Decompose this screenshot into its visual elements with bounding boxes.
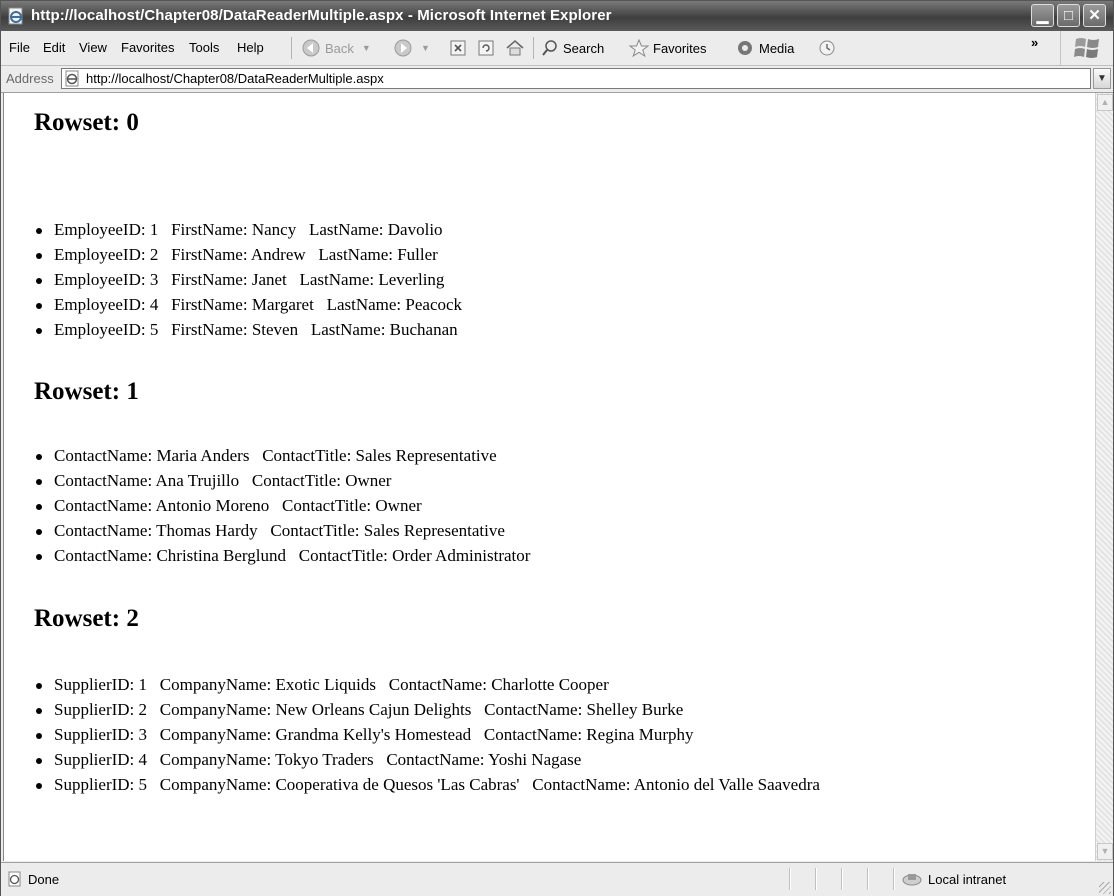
media-button[interactable]: Media: [735, 36, 794, 60]
home-button[interactable]: [505, 36, 525, 60]
menu-edit[interactable]: Edit: [43, 40, 65, 55]
status-separator: [867, 868, 868, 890]
rowset-0-list: EmployeeID: 1 FirstName: Nancy LastName:…: [34, 217, 462, 342]
window-title: http://localhost/Chapter08/DataReaderMul…: [31, 7, 612, 24]
rowset-heading: Rowset: 2: [34, 605, 139, 632]
back-button[interactable]: Back ▼: [301, 36, 371, 60]
search-icon: [542, 40, 557, 56]
favorites-button[interactable]: Favorites: [629, 36, 706, 60]
list-item: EmployeeID: 3 FirstName: Janet LastName:…: [34, 267, 462, 292]
refresh-button[interactable]: [477, 36, 495, 60]
toolbar-chevron[interactable]: »: [1031, 35, 1038, 50]
minimize-button[interactable]: ▁: [1031, 4, 1054, 27]
menu-help[interactable]: Help: [237, 40, 264, 55]
stop-button[interactable]: [449, 36, 467, 60]
rowset-heading: Rowset: 0: [34, 109, 139, 136]
scroll-down-button[interactable]: ▼: [1097, 843, 1113, 860]
back-arrow-icon: [302, 39, 320, 57]
list-item: SupplierID: 4 CompanyName: Tokyo Traders…: [34, 747, 1089, 772]
page-icon: [65, 70, 79, 87]
list-item: ContactName: Maria Anders ContactTitle: …: [34, 443, 1089, 468]
address-bar: Address http://localhost/Chapter08/DataR…: [1, 66, 1113, 93]
list-item: ContactName: Ana Trujillo ContactTitle: …: [34, 468, 1089, 493]
star-icon: [629, 39, 649, 57]
list-item: EmployeeID: 4 FirstName: Margaret LastNa…: [34, 292, 462, 317]
minimize-icon: ▁: [1036, 7, 1049, 24]
rowset-1-block: ContactName: Maria Anders ContactTitle: …: [34, 443, 1089, 568]
list-item: EmployeeID: 1 FirstName: Nancy LastName:…: [34, 217, 462, 242]
address-dropdown-button[interactable]: ▼: [1093, 68, 1111, 89]
menu-view[interactable]: View: [79, 40, 107, 55]
chevron-down-icon: ▼: [1097, 73, 1107, 84]
menu-tools[interactable]: Tools: [189, 40, 219, 55]
menu-file[interactable]: File: [9, 40, 30, 55]
forward-arrow-icon: [394, 39, 412, 57]
ie-page-icon: [8, 7, 23, 25]
status-separator: [789, 868, 790, 890]
toolbar-separator: [533, 37, 534, 59]
media-label: Media: [759, 40, 795, 56]
maximize-button[interactable]: □: [1057, 4, 1080, 27]
list-item: ContactName: Christina Berglund ContactT…: [34, 543, 1089, 568]
list-item: SupplierID: 1 CompanyName: Exotic Liquid…: [34, 672, 1089, 697]
list-item: SupplierID: 3 CompanyName: Grandma Kelly…: [34, 722, 1089, 747]
menu-favorites[interactable]: Favorites: [121, 40, 174, 55]
scroll-up-button[interactable]: ▲: [1097, 94, 1113, 111]
status-separator: [815, 868, 816, 890]
rowset-2-list: SupplierID: 1 CompanyName: Exotic Liquid…: [34, 672, 1089, 797]
back-label: Back: [325, 40, 354, 56]
status-separator: [841, 868, 842, 890]
forward-dropdown-icon: ▼: [421, 43, 430, 53]
media-icon: [738, 41, 752, 55]
favorites-label: Favorites: [653, 40, 707, 56]
search-label: Search: [563, 40, 605, 56]
address-url: http://localhost/Chapter08/DataReaderMul…: [86, 71, 384, 86]
list-item: SupplierID: 5 CompanyName: Cooperativa d…: [34, 772, 1089, 797]
maximize-icon: □: [1063, 7, 1074, 24]
security-zone[interactable]: Local intranet: [901, 871, 1006, 887]
browser-window: http://localhost/Chapter08/DataReaderMul…: [0, 0, 1114, 896]
back-dropdown-icon: ▼: [361, 43, 371, 53]
search-button[interactable]: Search: [541, 36, 604, 60]
menu-bar: File Edit View Favorites Tools Help Back…: [1, 31, 1113, 66]
page-viewport: Rowset: 0 EmployeeID: 1 FirstName: Nancy…: [3, 93, 1096, 861]
windows-logo: [1060, 31, 1113, 65]
list-item: ContactName: Antonio Moreno ContactTitle…: [34, 493, 1089, 518]
history-icon: [819, 40, 835, 56]
toolbar-separator: [291, 37, 292, 59]
rowset-heading: Rowset: 1: [34, 378, 139, 405]
list-item: SupplierID: 2 CompanyName: New Orleans C…: [34, 697, 1089, 722]
chevron-down-icon: ▼: [1100, 846, 1110, 856]
address-input[interactable]: http://localhost/Chapter08/DataReaderMul…: [61, 68, 1091, 89]
close-icon: ✕: [1088, 7, 1101, 24]
title-bar[interactable]: http://localhost/Chapter08/DataReaderMul…: [1, 1, 1113, 31]
forward-button[interactable]: ▼: [393, 36, 430, 60]
status-done: Done: [7, 871, 59, 887]
vertical-scrollbar[interactable]: ▲ ▼: [1095, 93, 1113, 861]
list-item: EmployeeID: 2 FirstName: Andrew LastName…: [34, 242, 462, 267]
list-item: EmployeeID: 5 FirstName: Steven LastName…: [34, 317, 462, 342]
close-button[interactable]: ✕: [1083, 4, 1106, 27]
home-icon: [506, 40, 524, 56]
status-bar: Done Local intranet: [1, 862, 1113, 896]
list-item: ContactName: Thomas Hardy ContactTitle: …: [34, 518, 1089, 543]
status-separator: [893, 868, 894, 890]
status-text: Done: [28, 871, 60, 887]
history-button[interactable]: [817, 36, 837, 60]
stop-icon: [450, 40, 466, 56]
refresh-icon: [478, 40, 494, 56]
rowset-2-block: SupplierID: 1 CompanyName: Exotic Liquid…: [34, 672, 1089, 797]
local-intranet-icon: [902, 874, 922, 886]
zone-label: Local intranet: [928, 871, 1007, 887]
chevron-up-icon: ▲: [1100, 97, 1110, 107]
rowset-1-list: ContactName: Maria Anders ContactTitle: …: [34, 443, 1089, 568]
windows-flag-icon: [1074, 38, 1099, 58]
page-done-icon: [8, 871, 21, 887]
address-label: Address: [6, 71, 54, 86]
resize-grip[interactable]: [1099, 882, 1111, 894]
